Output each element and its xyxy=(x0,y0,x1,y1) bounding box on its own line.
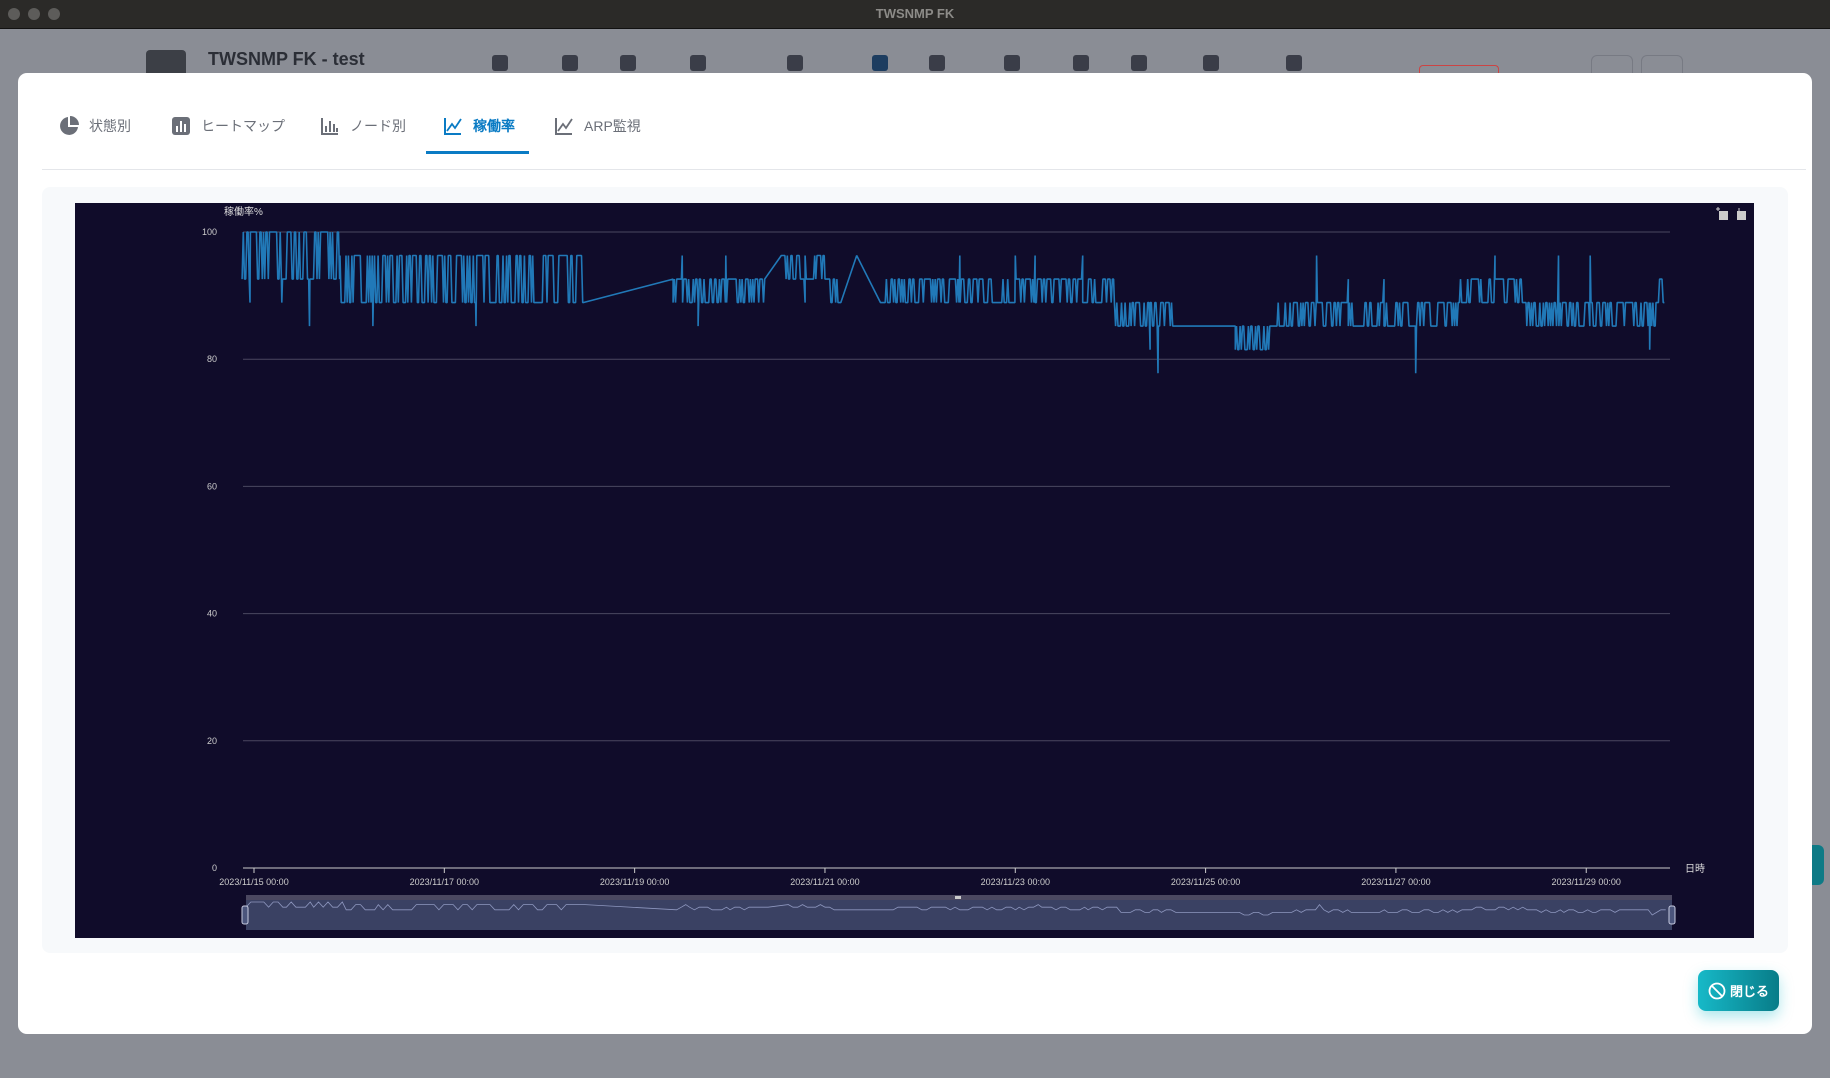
y-tick-label: 40 xyxy=(207,609,217,619)
x-tick-label: 2023/11/25 00:00 xyxy=(1171,877,1240,887)
node-check-icon xyxy=(690,55,706,71)
x-tick-label: 2023/11/27 00:00 xyxy=(1361,877,1430,887)
ai-icon xyxy=(1131,55,1147,71)
uptime-series-line xyxy=(241,231,1665,374)
x-tick-label: 2023/11/19 00:00 xyxy=(600,877,669,887)
ban-icon xyxy=(1708,982,1726,999)
window-titlebar: TWSNMP FK xyxy=(0,0,1830,29)
x-tick-label: 2023/11/29 00:00 xyxy=(1552,877,1621,887)
tab-label: 状態別 xyxy=(89,118,131,134)
pie-chart-icon xyxy=(60,116,79,135)
report-dialog: 状態別 ヒートマップ ノード別 稼働率 ARP監視 稼働率% 日時 0 20 40 6… xyxy=(18,73,1812,1034)
tabs-divider xyxy=(42,169,1806,170)
tab-label: ノード別 xyxy=(350,118,406,134)
network-icon xyxy=(492,55,508,71)
tab-uptime[interactable]: 稼働率 xyxy=(443,113,515,139)
tab-heatmap[interactable]: ヒートマップ xyxy=(171,113,285,139)
checklist-icon xyxy=(787,55,803,71)
x-tick-label: 2023/11/15 00:00 xyxy=(219,877,288,887)
tab-label: 稼働率 xyxy=(473,118,515,134)
x-tick-label: 2023/11/21 00:00 xyxy=(790,877,859,887)
active-tab-indicator xyxy=(426,151,529,154)
zoom-reset-icon[interactable] xyxy=(1737,208,1746,220)
heatmap-icon xyxy=(172,117,190,135)
background-side-button xyxy=(1812,845,1824,885)
x-tick-label: 2023/11/23 00:00 xyxy=(981,877,1050,887)
laptop-icon xyxy=(620,55,636,71)
y-tick-label: 60 xyxy=(207,481,217,491)
trend-icon xyxy=(1203,55,1219,71)
x-axis-title: 日時 xyxy=(1685,863,1705,875)
zoom-icon[interactable] xyxy=(1716,207,1728,220)
app-title: TWSNMP FK - test xyxy=(208,49,365,69)
warning-icon xyxy=(1004,55,1020,71)
y-tick-label: 80 xyxy=(207,354,217,364)
y-tick-label: 0 xyxy=(212,863,217,873)
report-icon xyxy=(1073,55,1089,71)
y-tick-label: 100 xyxy=(202,227,217,237)
line-chart-icon xyxy=(555,118,573,135)
slider-left-handle[interactable] xyxy=(241,905,249,925)
slider-move-handle[interactable] xyxy=(955,896,961,899)
close-button[interactable]: 閉じる xyxy=(1698,970,1779,1011)
x-tick-label: 2023/11/17 00:00 xyxy=(410,877,479,887)
tab-arp[interactable]: ARP監視 xyxy=(554,113,641,139)
y-tick-label: 20 xyxy=(207,736,217,746)
uptime-chart-svg: 稼働率% 日時 0 20 40 60 80 100 2023/11/15 00:00 202… xyxy=(202,205,1746,930)
uptime-chart: 稼働率% 日時 0 20 40 60 80 100 2023/11/15 00:00 202… xyxy=(75,203,1754,938)
slider-right-handle[interactable] xyxy=(1668,905,1676,925)
line-chart-icon xyxy=(444,118,462,135)
map-icon xyxy=(562,55,578,71)
slider-selected-range xyxy=(246,900,1672,930)
tab-label: ARP監視 xyxy=(584,118,641,134)
bar-chart-icon xyxy=(321,118,338,135)
window-title: TWSNMP FK xyxy=(875,6,955,21)
tab-node[interactable]: ノード別 xyxy=(320,113,406,139)
calendar-icon xyxy=(872,55,888,71)
y-axis-title: 稼働率% xyxy=(224,205,263,218)
tab-label: ヒートマップ xyxy=(201,118,285,134)
gear-icon xyxy=(1286,55,1302,71)
tab-status[interactable]: 状態別 xyxy=(59,113,131,139)
log-icon xyxy=(929,55,945,71)
close-button-label: 閉じる xyxy=(1729,984,1769,999)
